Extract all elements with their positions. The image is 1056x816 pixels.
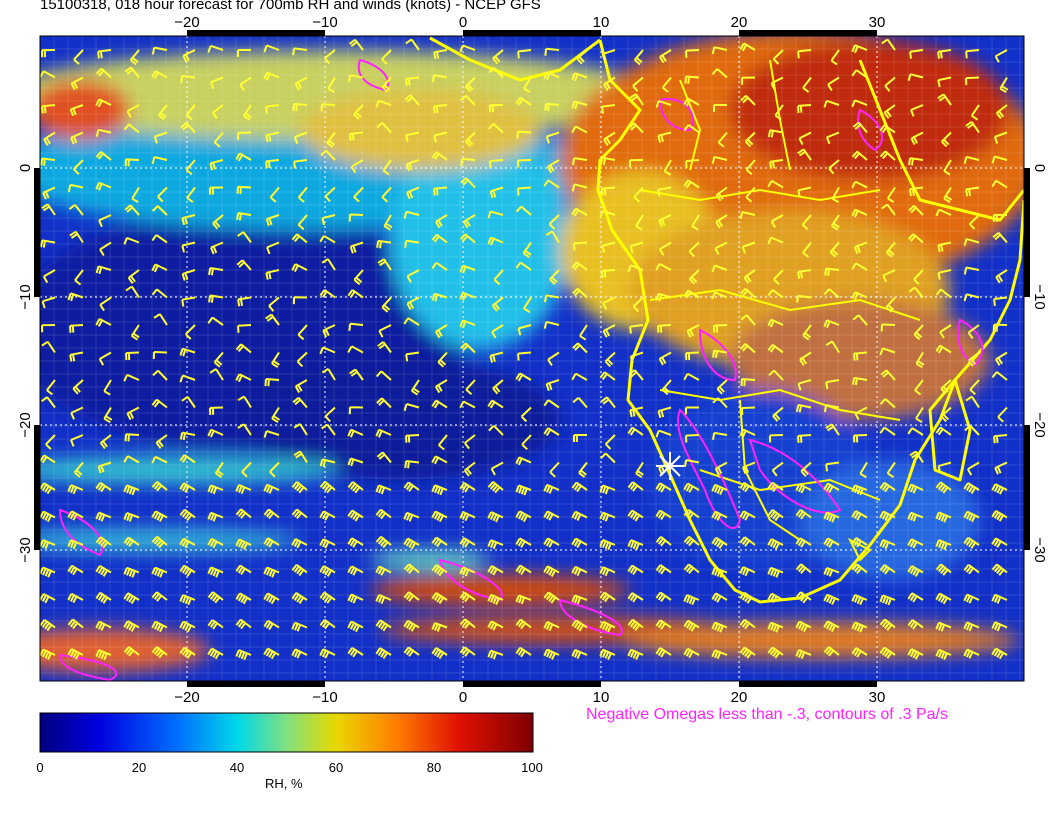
lat-tick-right: −20 [1031,412,1048,437]
colorbar-tick: 80 [426,760,442,775]
colorbar-tick: 40 [229,760,245,775]
lat-tick-right: −30 [1031,537,1048,562]
colorbar-tick: 100 [521,760,543,775]
omega-legend-note: Negative Omegas less than -.3, contours … [586,706,948,723]
lon-tick-top: −10 [312,14,337,31]
colorbar-label: RH, % [265,776,303,791]
lon-tick-top: 20 [731,14,748,31]
colorbar-tick: 0 [36,760,44,775]
lon-tick-top: 0 [459,14,467,31]
colorbar-tick: 60 [328,760,344,775]
colorbar [39,712,534,753]
station-marker [656,452,684,480]
lon-tick-bottom: 0 [459,689,467,706]
lon-tick-top: −20 [174,14,199,31]
lat-tick-left: −20 [17,412,34,437]
lon-tick-bottom: −20 [174,689,199,706]
lat-tick-right: 0 [1031,164,1048,172]
lat-tick-left: −10 [17,284,34,309]
lon-tick-top: 30 [869,14,886,31]
lon-tick-bottom: 20 [731,689,748,706]
lat-tick-left: −30 [17,537,34,562]
lat-tick-right: −10 [1031,284,1048,309]
lat-tick-left: 0 [17,164,34,172]
lon-tick-bottom: 30 [869,689,886,706]
lon-tick-bottom: 10 [593,689,610,706]
lon-tick-top: 10 [593,14,610,31]
rh-wind-map: −20 −10 0 10 20 30 −20 −10 0 10 20 30 0 … [17,14,1048,753]
rh-field [40,36,1024,681]
colorbar-tick: 20 [131,760,147,775]
lon-tick-bottom: −10 [312,689,337,706]
